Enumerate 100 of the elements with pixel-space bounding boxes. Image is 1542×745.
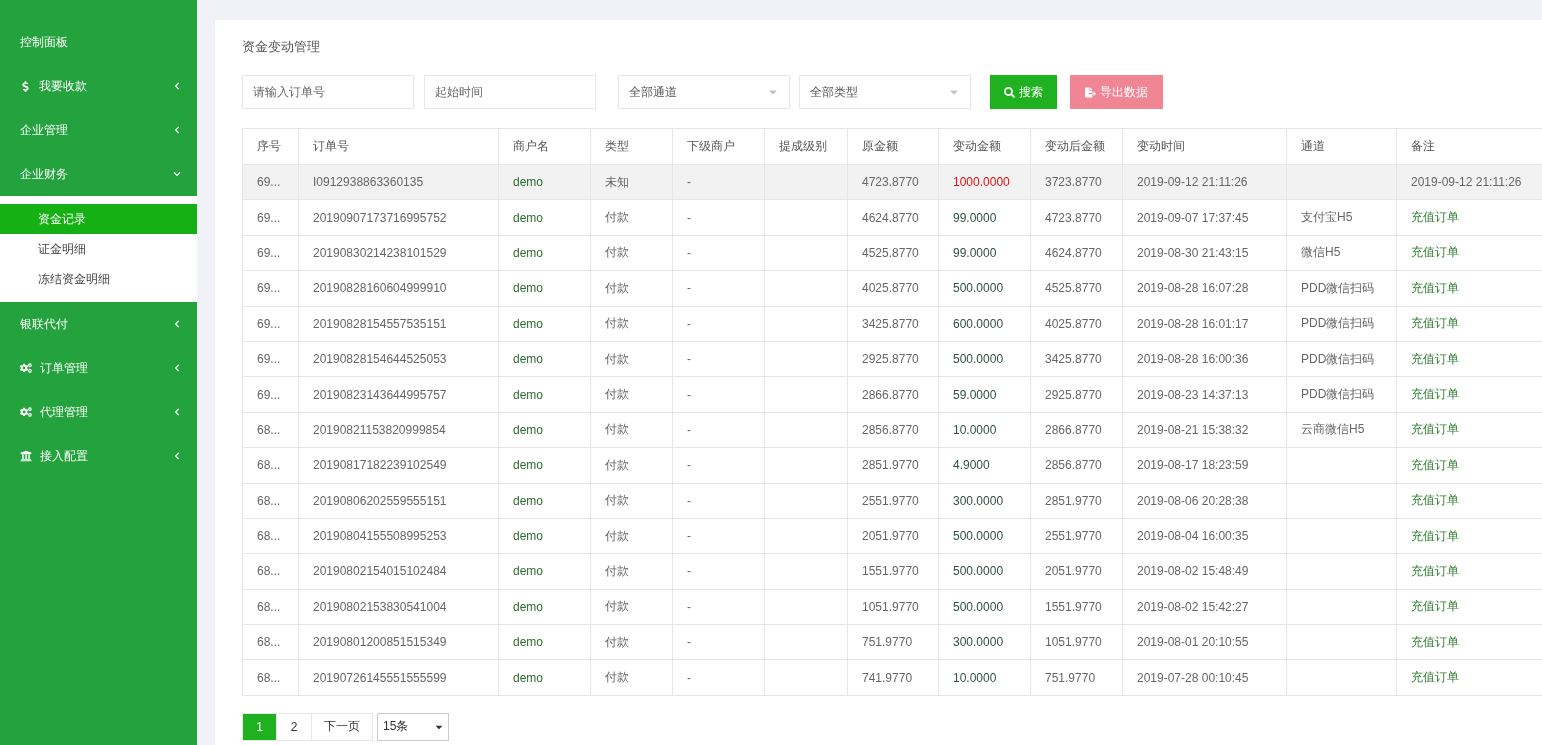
- table-cell: 2925.8770: [847, 341, 939, 377]
- table-cell: 4025.8770: [1030, 306, 1123, 342]
- table-cell: 99.0000: [938, 235, 1031, 271]
- page-size-dropdown[interactable]: 15条: [377, 712, 449, 741]
- column-header: 变动后金额: [1030, 128, 1123, 165]
- table-cell: 付款: [590, 659, 673, 696]
- sidebar-item[interactable]: 银联代付: [0, 302, 197, 346]
- table-cell: 4525.8770: [847, 235, 939, 271]
- table-cell: -: [672, 270, 765, 307]
- sidebar-item[interactable]: 代理管理: [0, 390, 197, 434]
- table-cell: 付款: [590, 518, 673, 554]
- table-cell: I0912938863360135: [298, 164, 499, 200]
- column-header: 下级商户: [672, 128, 765, 165]
- table-cell: -: [672, 306, 765, 342]
- sidebar-item[interactable]: 订单管理: [0, 346, 197, 390]
- table-cell: demo: [498, 553, 591, 590]
- sidebar-item[interactable]: 企业管理: [0, 108, 197, 152]
- table-cell: 68...: [242, 553, 299, 590]
- export-button[interactable]: 导出数据: [1070, 75, 1163, 109]
- submenu-item[interactable]: 资金记录: [0, 204, 197, 234]
- dropdown[interactable]: 全部通道: [618, 75, 790, 109]
- table-cell: 68...: [242, 624, 299, 660]
- table-cell: 751.9770: [1030, 659, 1123, 696]
- table-cell: demo: [498, 659, 591, 696]
- page-button[interactable]: 2: [277, 712, 312, 741]
- table-cell: 300.0000: [938, 624, 1031, 660]
- table-cell: 付款: [590, 447, 673, 483]
- column-header: 类型: [590, 128, 673, 165]
- column-header: 商户名: [498, 128, 591, 165]
- sidebar-item[interactable]: 接入配置: [0, 434, 197, 478]
- column-header: 变动金额: [938, 128, 1031, 165]
- column-header: 订单号: [298, 128, 499, 165]
- table-cell: demo: [498, 235, 591, 271]
- table-cell: -: [672, 483, 765, 519]
- table-cell: 2019-09-12 21:11:26: [1122, 164, 1287, 200]
- table-cell: 3425.8770: [847, 306, 939, 342]
- table-cell: 20190821153820999854: [298, 412, 499, 448]
- table-cell: 20190828160604999910: [298, 270, 499, 307]
- table-cell: 2019-08-30 21:43:15: [1122, 235, 1287, 271]
- page-title: 资金变动管理: [242, 38, 321, 56]
- export-icon: [1085, 86, 1096, 98]
- table-cell: 69...: [242, 270, 299, 307]
- table-cell: -: [672, 553, 765, 590]
- sidebar-item[interactable]: 企业财务: [0, 152, 197, 196]
- table-cell: demo: [498, 341, 591, 377]
- table-cell: 20190801200851515349: [298, 624, 499, 660]
- submenu-item[interactable]: 冻结资金明细: [0, 264, 197, 294]
- table-cell: 付款: [590, 624, 673, 660]
- text-field[interactable]: 起始时间: [424, 75, 596, 109]
- table-cell: demo: [498, 624, 591, 660]
- table-cell: 2019-08-02 15:42:27: [1122, 589, 1287, 625]
- table-cell: 2856.8770: [847, 412, 939, 448]
- table-cell: 2851.9770: [1030, 483, 1123, 519]
- sidebar-item[interactable]: 我要收款: [0, 64, 197, 108]
- sidebar-item[interactable]: 控制面板: [0, 20, 197, 64]
- table-cell: 10.0000: [938, 659, 1031, 696]
- table-cell: 4025.8770: [847, 270, 939, 307]
- table-cell: 2019-07-28 00:10:45: [1122, 659, 1287, 696]
- table-cell: 4624.8770: [1030, 235, 1123, 271]
- table-cell: 69...: [242, 306, 299, 342]
- table-cell: -: [672, 447, 765, 483]
- table-cell: demo: [498, 270, 591, 307]
- table-cell: demo: [498, 199, 591, 236]
- table-cell: 付款: [590, 483, 673, 519]
- table-cell: 20190823143644995757: [298, 376, 499, 413]
- table-cell: demo: [498, 164, 591, 200]
- column-header: 通道: [1286, 128, 1397, 165]
- table-cell: demo: [498, 483, 591, 519]
- table-cell: 500.0000: [938, 270, 1031, 307]
- table-cell: 3723.8770: [1030, 164, 1123, 200]
- table-cell: 751.9770: [847, 624, 939, 660]
- search-button[interactable]: 搜索: [990, 75, 1057, 109]
- table-cell: 付款: [590, 199, 673, 236]
- table-cell: PDD微信扫码: [1286, 341, 1397, 377]
- table-cell: 500.0000: [938, 589, 1031, 625]
- table-cell: -: [672, 199, 765, 236]
- table-cell: PDD微信扫码: [1286, 306, 1397, 342]
- column-header: 提成级别: [764, 128, 848, 165]
- submenu-item[interactable]: 证金明细: [0, 234, 197, 264]
- table-cell: 付款: [590, 306, 673, 342]
- table-cell: demo: [498, 412, 591, 448]
- table-cell: -: [672, 518, 765, 554]
- table-cell: 69...: [242, 235, 299, 271]
- table-cell: PDD微信扫码: [1286, 270, 1397, 307]
- gears-icon: [20, 362, 32, 374]
- table-cell: 2019-08-01 20:10:55: [1122, 624, 1287, 660]
- table-cell: 2019-08-28 16:07:28: [1122, 270, 1287, 307]
- table-cell: -: [672, 376, 765, 413]
- table-cell: -: [672, 341, 765, 377]
- next-page-button[interactable]: 下一页: [312, 712, 373, 741]
- table-cell: PDD微信扫码: [1286, 376, 1397, 413]
- table-cell: 未知: [590, 164, 673, 200]
- page-button[interactable]: 1: [242, 712, 277, 741]
- dollar-icon: [20, 80, 31, 92]
- column-header: 序号: [242, 128, 299, 165]
- table-cell: 2551.9770: [1030, 518, 1123, 554]
- table-cell: 付款: [590, 341, 673, 377]
- dropdown[interactable]: 全部类型: [799, 75, 971, 109]
- text-field[interactable]: 请输入订单号: [242, 75, 414, 109]
- table-cell: 68...: [242, 659, 299, 696]
